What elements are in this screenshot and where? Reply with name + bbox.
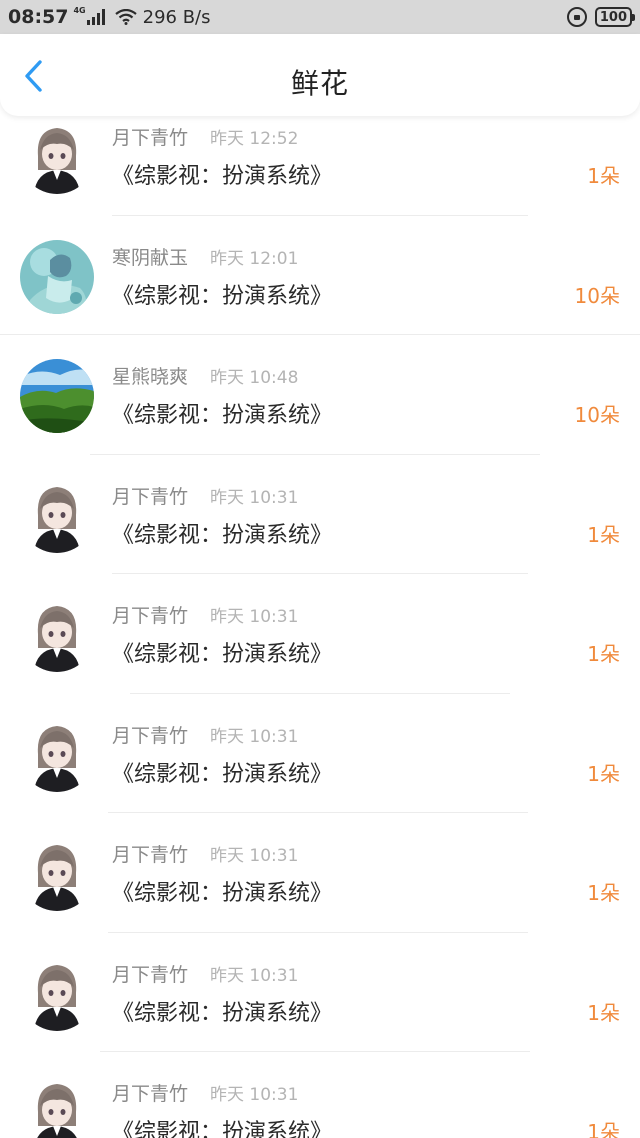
avatar[interactable] (20, 359, 94, 433)
flower-count: 1朵 (587, 642, 620, 666)
user-name: 月下青竹 (112, 724, 189, 747)
page-title: 鲜花 (290, 67, 349, 100)
network-type: 4G (73, 6, 86, 15)
user-name: 寒阴献玉 (112, 246, 189, 269)
flower-count: 1朵 (587, 522, 620, 547)
list-item[interactable]: 月下青竹 昨天 10:31 《综影视：扮演系统》 1朵 (0, 574, 640, 694)
user-name: 星熊晓爽 (112, 366, 189, 388)
avatar[interactable] (20, 120, 94, 194)
book-title: 《综影视：扮演系统》 (112, 522, 333, 548)
list-item[interactable]: 月下青竹 昨天 10:31 《综影视：扮演系统》 1朵 (0, 455, 640, 574)
network-speed: 296 B/s (142, 6, 211, 28)
status-time: 08:57 (8, 6, 69, 28)
timestamp: 昨天 12:52 (210, 129, 299, 149)
header-bar: 鲜花 (0, 34, 640, 116)
list-item[interactable]: 月下青竹 昨天 10:31 《综影视：扮演系统》 1朵 (0, 694, 640, 813)
flower-count: 1朵 (587, 1000, 620, 1025)
flower-record-list: 月下青竹 昨天 12:52 《综影视：扮演系统》 1朵 寒阴献玉 昨天 12:01 《综影… (0, 96, 640, 1138)
book-title: 《综影视：扮演系统》 (112, 164, 333, 189)
book-title: 《综影视：扮演系统》 (112, 1120, 333, 1138)
list-item[interactable]: 星熊晓爽 昨天 10:48 《综影视：扮演系统》 10朵 (0, 335, 640, 455)
avatar[interactable] (20, 717, 94, 792)
user-name: 月下青竹 (112, 1083, 189, 1105)
status-bar: 08:57 4G 296 B/s 100 (0, 0, 640, 34)
avatar[interactable] (20, 1076, 94, 1138)
signal-icon (86, 9, 105, 25)
timestamp: 昨天 10:31 (210, 965, 299, 986)
flower-count: 1朵 (587, 164, 620, 188)
battery-icon: 100 (594, 7, 636, 27)
timestamp: 昨天 10:31 (210, 726, 299, 747)
avatar[interactable] (20, 239, 94, 314)
list-item[interactable]: 月下青竹 昨天 10:31 《综影视：扮演系统》 1朵 (0, 813, 640, 933)
user-name: 月下青竹 (112, 963, 189, 986)
flower-count: 1朵 (587, 881, 620, 905)
user-name: 月下青竹 (112, 127, 189, 149)
book-title: 《综影视：扮演系统》 (112, 1000, 333, 1026)
book-title: 《综影视：扮演系统》 (112, 403, 333, 428)
flower-count: 1朵 (587, 1120, 620, 1138)
avatar[interactable] (20, 956, 94, 1031)
book-title: 《综影视：扮演系统》 (112, 642, 333, 667)
flower-count: 10朵 (574, 403, 620, 427)
timestamp: 昨天 10:31 (210, 1085, 299, 1105)
list-item[interactable]: 月下青竹 昨天 10:31 《综影视：扮演系统》 1朵 (0, 933, 640, 1052)
timestamp: 昨天 10:31 (210, 607, 299, 627)
timestamp: 昨天 12:01 (210, 248, 299, 269)
list-item[interactable]: 寒阴献玉 昨天 12:01 《综影视：扮演系统》 10朵 (0, 216, 640, 335)
book-title: 《综影视：扮演系统》 (112, 283, 333, 309)
avatar[interactable] (20, 837, 94, 911)
flower-count: 1朵 (587, 761, 620, 786)
avatar[interactable] (20, 478, 94, 553)
wifi-icon (114, 8, 137, 25)
user-name: 月下青竹 (112, 605, 189, 627)
flower-count: 10朵 (574, 283, 620, 308)
timestamp: 昨天 10:31 (210, 846, 299, 866)
book-title: 《综影视：扮演系统》 (112, 761, 333, 787)
user-name: 月下青竹 (112, 485, 189, 508)
avatar[interactable] (20, 598, 94, 672)
list-item[interactable]: 月下青竹 昨天 10:31 《综影视：扮演系统》 1朵 (0, 1052, 640, 1138)
timestamp: 昨天 10:48 (210, 368, 299, 388)
user-name: 月下青竹 (112, 844, 189, 866)
book-title: 《综影视：扮演系统》 (112, 881, 333, 906)
timestamp: 昨天 10:31 (210, 487, 299, 508)
rotation-lock-icon (566, 7, 587, 27)
